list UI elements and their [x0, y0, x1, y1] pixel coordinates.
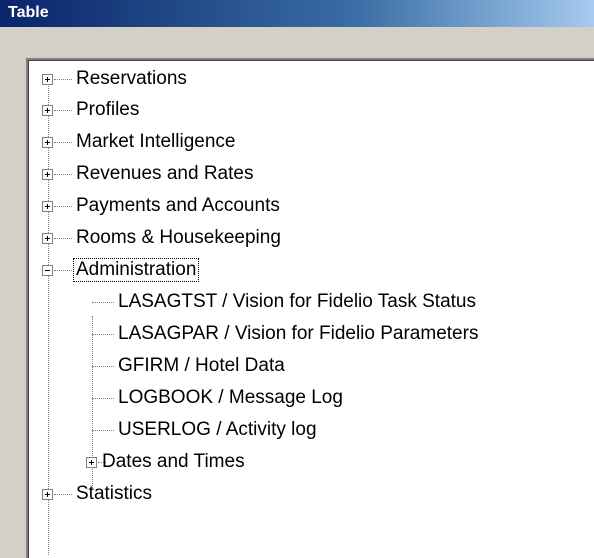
tree-connector-line: [54, 238, 72, 239]
tree-item-logbook[interactable]: LOGBOOK / Message Log: [116, 382, 345, 414]
tree-item-administration[interactable]: Administration: [72, 254, 200, 286]
tree-connector-line: [54, 206, 72, 207]
tree-item-label: USERLOG / Activity log: [118, 419, 317, 440]
window-title: Table: [8, 4, 49, 21]
tree-item-revenues-and-rates[interactable]: Revenues and Rates: [74, 158, 255, 190]
tree-item-label: GFIRM / Hotel Data: [118, 355, 285, 376]
tree-item-label: LASAGPAR / Vision for Fidelio Parameters: [118, 323, 479, 344]
tree-item-label: Revenues and Rates: [76, 163, 254, 184]
expand-icon[interactable]: [42, 169, 53, 180]
window-title-bar[interactable]: Table: [0, 0, 594, 27]
tree-connector-line: [92, 398, 114, 399]
tree-item-dates-and-times[interactable]: Dates and Times: [100, 446, 247, 478]
tree-item-rooms-housekeeping[interactable]: Rooms & Housekeeping: [74, 222, 283, 254]
expand-icon[interactable]: [86, 457, 97, 468]
tree-item-payments-and-accounts[interactable]: Payments and Accounts: [74, 190, 282, 222]
tree-connector-line: [92, 430, 114, 431]
tree-item-label: LOGBOOK / Message Log: [118, 387, 343, 408]
tree-item-lasagtst[interactable]: LASAGTST / Vision for Fidelio Task Statu…: [116, 286, 478, 318]
tree-item-label: Dates and Times: [102, 451, 245, 472]
tree-item-reservations[interactable]: Reservations: [74, 63, 189, 95]
tree-connector-line: [48, 82, 49, 555]
expand-icon[interactable]: [42, 74, 53, 85]
tree-connector-line: [92, 334, 114, 335]
tree-item-label: Statistics: [76, 483, 153, 504]
tree-item-label: Reservations: [76, 68, 187, 89]
tree-item-label: Profiles: [76, 99, 140, 120]
tree-connector-line: [92, 302, 114, 303]
tree-item-userlog[interactable]: USERLOG / Activity log: [116, 414, 319, 446]
expand-icon[interactable]: [42, 137, 53, 148]
tree-content: Reservations Profiles Market Intelligenc…: [28, 60, 594, 558]
tree-connector-line: [54, 110, 72, 111]
expand-icon[interactable]: [42, 105, 53, 116]
tree-connector-line: [54, 174, 72, 175]
tree-item-label: Payments and Accounts: [76, 195, 280, 216]
tree-item-label: Market Intelligence: [76, 131, 236, 152]
tree-connector-line: [54, 142, 72, 143]
tree-connector-line: [92, 366, 114, 367]
tree-item-label: Rooms & Housekeeping: [76, 227, 281, 248]
tree-connector-line: [54, 494, 72, 495]
tree-item-lasagpar[interactable]: LASAGPAR / Vision for Fidelio Parameters: [116, 318, 480, 350]
tree-view[interactable]: Reservations Profiles Market Intelligenc…: [26, 58, 594, 558]
tree-item-statistics[interactable]: Statistics: [74, 478, 154, 510]
tree-connector-line: [54, 79, 72, 80]
tree-item-label: LASAGTST / Vision for Fidelio Task Statu…: [118, 291, 476, 312]
expand-icon[interactable]: [42, 233, 53, 244]
collapse-icon[interactable]: [42, 265, 53, 276]
tree-item-market-intelligence[interactable]: Market Intelligence: [74, 126, 237, 158]
expand-icon[interactable]: [42, 489, 53, 500]
tree-item-label: Administration: [72, 258, 200, 282]
tree-item-profiles[interactable]: Profiles: [74, 94, 141, 126]
expand-icon[interactable]: [42, 201, 53, 212]
tree-connector-line: [54, 270, 72, 271]
tree-item-gfirm[interactable]: GFIRM / Hotel Data: [116, 350, 287, 382]
